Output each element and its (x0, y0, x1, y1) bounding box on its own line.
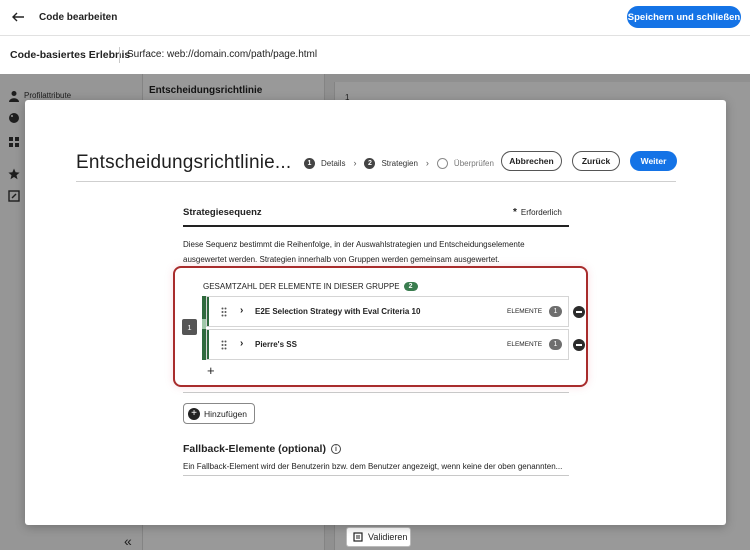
required-label: Erforderlich (520, 208, 562, 217)
surface-path: Surface: web://domain.com/path/page.html (127, 49, 318, 60)
top-bar: Code bearbeiten Speichern und schließen (0, 0, 750, 36)
step-indicator: 1 Details › 2 Strategien › Überprüfen (304, 156, 502, 170)
chevron-right-icon: › (353, 158, 357, 168)
section-title: Strategiesequenz (183, 207, 262, 218)
chevron-right-icon[interactable]: › (240, 305, 243, 316)
fallback-title: Fallback-Elemente (optional) i (183, 443, 341, 455)
items-count-badge: 1 (549, 306, 562, 317)
next-button[interactable]: Weiter (630, 151, 677, 171)
section-rule (183, 392, 569, 393)
decision-policy-dialog: Entscheidungsrichtlinie... 1 Details › 2… (25, 100, 726, 525)
add-button[interactable]: + Hinzufügen (183, 403, 255, 424)
drag-handle-icon[interactable] (221, 340, 227, 350)
step-2-icon: 2 (364, 157, 376, 169)
group-index-badge: 1 (182, 319, 197, 335)
remove-icon[interactable] (573, 306, 585, 318)
fallback-title-label: Fallback-Elemente (optional) (183, 443, 326, 455)
strategy-name: E2E Selection Strategy with Eval Criteri… (255, 307, 421, 316)
section-description: Diese Sequenz bestimmt die Reihenfolge, … (183, 240, 525, 264)
required-note: * Erforderlich (513, 207, 562, 218)
chevron-right-icon[interactable]: › (240, 338, 243, 349)
group-header-label: GESAMTZAHL DER ELEMENTE IN DIESER GRUPPE (203, 282, 400, 291)
items-label: ELEMENTE (507, 308, 543, 315)
fallback-description: Ein Fallback-Element wird der Benutzerin… (183, 462, 563, 471)
strategy-row[interactable]: › Pierre's SS ELEMENTE 1 (206, 329, 585, 360)
title-divider (76, 181, 676, 182)
page-title: Code bearbeiten (39, 12, 118, 23)
add-button-label: Hinzufügen (204, 408, 248, 419)
asterisk-icon: * (513, 207, 517, 218)
group-header: GESAMTZAHL DER ELEMENTE IN DIESER GRUPPE… (203, 282, 418, 291)
info-icon[interactable]: i (330, 444, 341, 454)
experience-bar: Code-basiertes Erlebnis Surface: web://d… (0, 36, 750, 74)
step-strategies[interactable]: Strategien (381, 159, 417, 168)
strategy-row[interactable]: › E2E Selection Strategy with Eval Crite… (206, 296, 585, 327)
save-and-close-button[interactable]: Speichern und schließen (627, 6, 741, 28)
group-count-badge: 2 (403, 282, 418, 291)
step-1-icon: 1 (304, 157, 315, 169)
document-icon (353, 532, 363, 542)
items-label: ELEMENTE (507, 341, 543, 348)
add-icon: + (188, 407, 200, 420)
validate-button[interactable]: Validieren (346, 527, 411, 547)
strategy-name: Pierre's SS (255, 340, 297, 349)
remove-icon[interactable] (573, 339, 585, 351)
back-button[interactable]: Zurück (572, 151, 620, 171)
experience-title: Code-basiertes Erlebnis (10, 49, 131, 61)
add-to-group-icon[interactable]: + (207, 363, 215, 378)
step-review[interactable]: Überprüfen (454, 159, 494, 168)
validate-label: Validieren (368, 532, 408, 542)
chevron-right-icon: › (425, 158, 429, 168)
dialog-title: Entscheidungsrichtlinie... (76, 152, 292, 173)
divider (119, 47, 120, 63)
drag-handle-icon[interactable] (221, 307, 227, 317)
cancel-button[interactable]: Abbrechen (501, 151, 562, 171)
row-accent (207, 330, 209, 359)
step-3-icon (436, 157, 448, 169)
row-accent (207, 297, 209, 326)
step-details[interactable]: Details (321, 159, 345, 168)
back-arrow-icon[interactable] (10, 9, 26, 25)
fallback-rule (183, 475, 569, 476)
section-rule (183, 225, 569, 227)
items-count-badge: 1 (549, 339, 562, 350)
